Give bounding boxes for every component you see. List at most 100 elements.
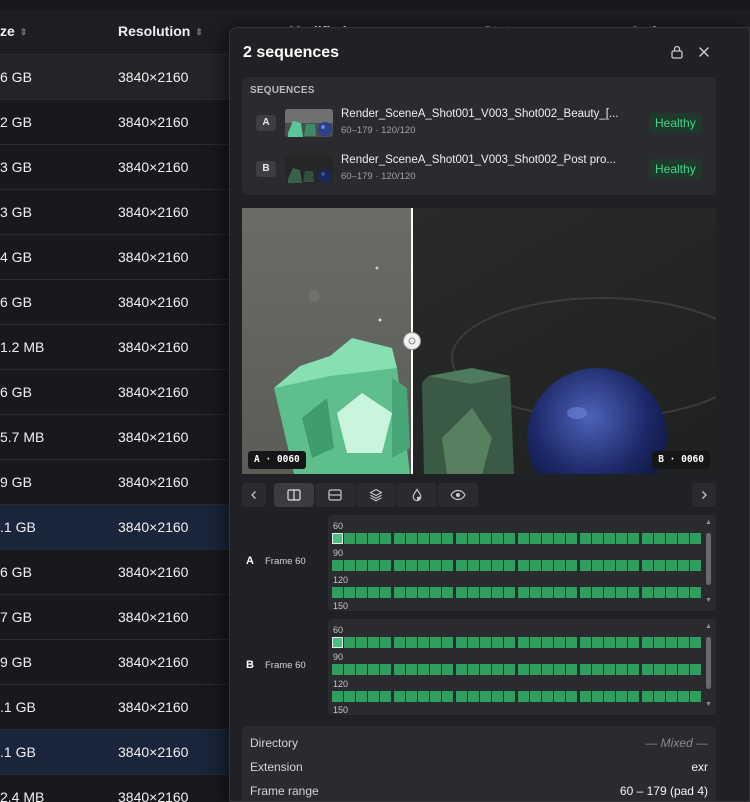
frame-cell[interactable] (642, 664, 653, 675)
frame-cell[interactable] (480, 587, 491, 598)
frame-cell[interactable] (604, 664, 615, 675)
frame-cell[interactable] (592, 587, 603, 598)
frame-cell[interactable] (368, 637, 379, 648)
frame-cell[interactable] (642, 533, 653, 544)
sequence-row-b[interactable]: B Render_SceneA_Shot001_V003_Shot002_Pos… (242, 151, 716, 187)
frame-cell[interactable] (616, 637, 627, 648)
scroll-up-icon[interactable]: ▲ (705, 623, 712, 630)
frame-cell[interactable] (380, 637, 391, 648)
frame-cell[interactable] (380, 533, 391, 544)
frame-cell[interactable] (456, 533, 467, 544)
scroll-down-icon[interactable]: ▼ (705, 701, 712, 708)
frame-cell[interactable] (654, 533, 665, 544)
frame-cell[interactable] (654, 664, 665, 675)
frame-cell[interactable] (542, 664, 553, 675)
frame-cell[interactable] (580, 533, 591, 544)
chevron-left-icon[interactable] (242, 483, 266, 507)
frame-cell[interactable] (356, 533, 367, 544)
frame-cell[interactable] (468, 560, 479, 571)
frame-cell[interactable] (344, 587, 355, 598)
frame-cell[interactable] (332, 637, 343, 648)
frame-cell[interactable] (430, 533, 441, 544)
frame-cell[interactable] (666, 691, 677, 702)
scroll-up-icon[interactable]: ▲ (705, 519, 712, 526)
frame-cell[interactable] (542, 691, 553, 702)
frame-cell[interactable] (380, 560, 391, 571)
frame-cell[interactable] (468, 664, 479, 675)
frame-cell[interactable] (430, 691, 441, 702)
frame-cell[interactable] (642, 691, 653, 702)
drop-icon[interactable] (397, 483, 437, 507)
frame-cell[interactable] (332, 664, 343, 675)
frame-cell[interactable] (554, 637, 565, 648)
scrollbar-thumb[interactable] (706, 637, 711, 689)
frame-cell[interactable] (406, 664, 417, 675)
frame-cell[interactable] (592, 560, 603, 571)
frame-cell[interactable] (566, 533, 577, 544)
frame-cell[interactable] (530, 587, 541, 598)
frame-cell[interactable] (604, 691, 615, 702)
frame-cell[interactable] (580, 560, 591, 571)
frame-cell[interactable] (580, 637, 591, 648)
frame-grid[interactable]: 60 90 120 150 ▲ ▼ (328, 515, 716, 611)
frame-cell[interactable] (580, 664, 591, 675)
frame-cell[interactable] (666, 560, 677, 571)
frame-cell[interactable] (530, 637, 541, 648)
frame-cell[interactable] (554, 691, 565, 702)
frame-cell[interactable] (394, 664, 405, 675)
column-header-size[interactable]: ze ⇕ (0, 23, 27, 39)
frame-cell[interactable] (344, 637, 355, 648)
frame-cell[interactable] (616, 560, 627, 571)
frame-cell[interactable] (344, 664, 355, 675)
frame-cell[interactable] (356, 664, 367, 675)
frame-cell[interactable] (468, 587, 479, 598)
frame-cell[interactable] (442, 664, 453, 675)
compare-viewer[interactable]: A · 0060 B · 0060 (242, 208, 716, 474)
frame-cell[interactable] (678, 691, 689, 702)
frame-cell[interactable] (504, 587, 515, 598)
frame-cell[interactable] (492, 637, 503, 648)
frame-cell[interactable] (380, 691, 391, 702)
frame-cell[interactable] (580, 691, 591, 702)
frame-cell[interactable] (332, 587, 343, 598)
frame-cell[interactable] (690, 587, 701, 598)
frame-grid-scrollbar[interactable]: ▲ ▼ (705, 519, 712, 605)
frame-cell[interactable] (654, 691, 665, 702)
frame-cell[interactable] (616, 664, 627, 675)
frame-cell[interactable] (604, 560, 615, 571)
frame-cell[interactable] (616, 587, 627, 598)
frame-cell[interactable] (530, 691, 541, 702)
frame-cell[interactable] (628, 587, 639, 598)
scrollbar-thumb[interactable] (706, 533, 711, 585)
frame-cell[interactable] (456, 587, 467, 598)
frame-cell[interactable] (678, 664, 689, 675)
frame-cell[interactable] (604, 587, 615, 598)
frame-cell[interactable] (368, 691, 379, 702)
frame-cell[interactable] (554, 587, 565, 598)
frame-cell[interactable] (666, 664, 677, 675)
frame-cell[interactable] (542, 560, 553, 571)
frame-cell[interactable] (504, 637, 515, 648)
frame-cell[interactable] (554, 533, 565, 544)
frame-cell[interactable] (394, 637, 405, 648)
frame-cell[interactable] (690, 691, 701, 702)
frame-cell[interactable] (418, 533, 429, 544)
frame-cell[interactable] (442, 533, 453, 544)
frame-cell[interactable] (518, 533, 529, 544)
frame-grid[interactable]: 60 90 120 150 ▲ ▼ (328, 619, 716, 715)
frame-cell[interactable] (554, 664, 565, 675)
frame-cell[interactable] (456, 637, 467, 648)
frame-cell[interactable] (418, 560, 429, 571)
frame-cell[interactable] (566, 691, 577, 702)
frame-grid-scrollbar[interactable]: ▲ ▼ (705, 623, 712, 709)
frame-cell[interactable] (418, 691, 429, 702)
layers-icon[interactable] (356, 483, 396, 507)
sequence-row-a[interactable]: A Render_SceneA_Shot001_V003_Shot002_Bea… (242, 105, 716, 141)
frame-cell[interactable] (592, 533, 603, 544)
frame-cell[interactable] (418, 664, 429, 675)
frame-cell[interactable] (492, 560, 503, 571)
frame-cell[interactable] (356, 637, 367, 648)
frame-cell[interactable] (430, 587, 441, 598)
frame-cell[interactable] (542, 637, 553, 648)
frame-cell[interactable] (666, 533, 677, 544)
